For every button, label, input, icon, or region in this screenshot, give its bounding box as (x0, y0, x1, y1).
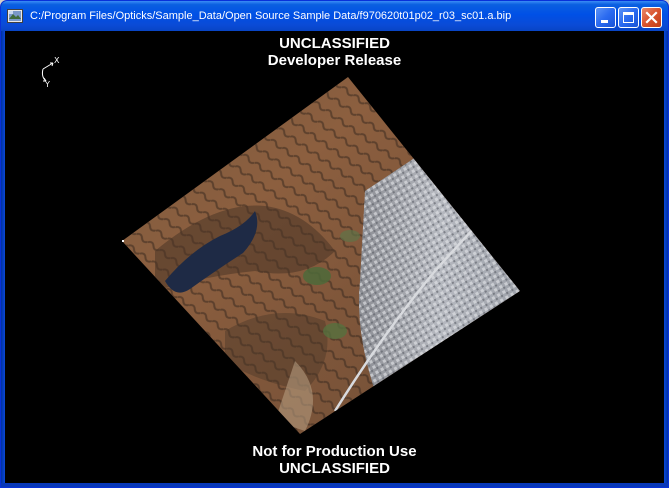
close-icon (645, 11, 658, 24)
release-label: Developer Release (267, 52, 402, 69)
image-footprint (122, 77, 520, 434)
window-frame-right (664, 31, 668, 487)
image-viewer-window: C:/Program Files/Opticks/Sample_Data/Ope… (0, 0, 669, 488)
minimize-icon (601, 20, 608, 23)
maximize-icon (623, 12, 634, 23)
title-bar[interactable]: C:/Program Files/Opticks/Sample_Data/Ope… (1, 1, 668, 31)
minimize-button[interactable] (595, 7, 616, 28)
opticks-app-icon[interactable] (7, 9, 23, 23)
close-button[interactable] (641, 7, 662, 28)
classification-banner-top: UNCLASSIFIED Developer Release (5, 35, 664, 69)
axis-y-label: Y (44, 80, 50, 87)
maximize-button[interactable] (618, 7, 639, 28)
classification-bottom-text: UNCLASSIFIED (279, 460, 390, 477)
production-label: Not for Production Use (252, 443, 417, 460)
classification-top-text: UNCLASSIFIED (279, 35, 390, 52)
satellite-image[interactable] (5, 31, 664, 483)
spatial-data-view[interactable]: X Y UNCLASSIFIED Developer Release Not f… (5, 31, 664, 483)
classification-banner-bottom: Not for Production Use UNCLASSIFIED (5, 443, 664, 477)
window-frame-bottom (1, 483, 668, 487)
window-title: C:/Program Files/Opticks/Sample_Data/Ope… (30, 10, 512, 22)
